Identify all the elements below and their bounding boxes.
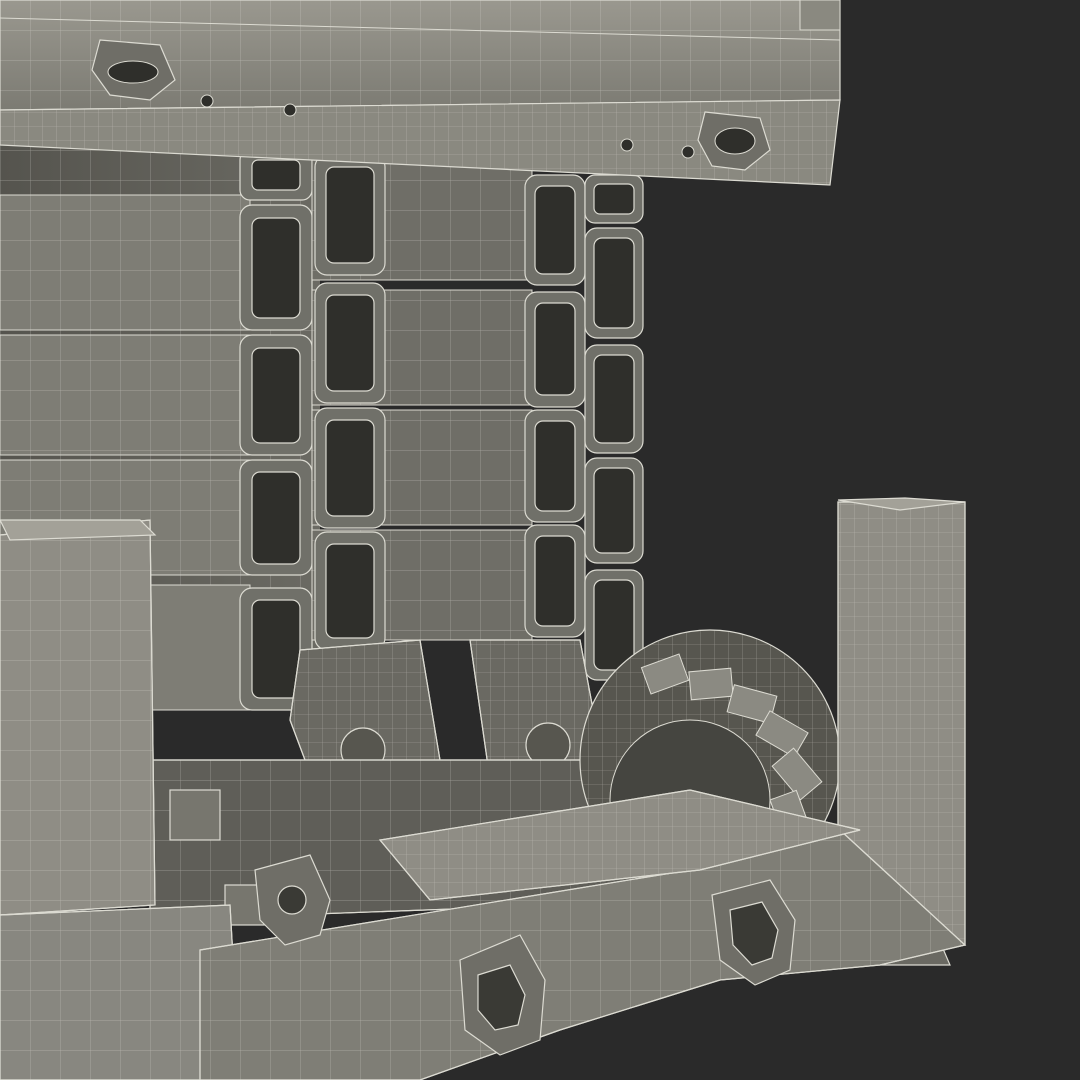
left-post bbox=[0, 519, 157, 916]
tube-column-1 bbox=[239, 149, 313, 711]
tube-column-2 bbox=[314, 154, 386, 651]
scissor-lift-render bbox=[0, 0, 1080, 1080]
tube-column-3 bbox=[524, 174, 586, 638]
tube-column-4 bbox=[584, 174, 644, 681]
